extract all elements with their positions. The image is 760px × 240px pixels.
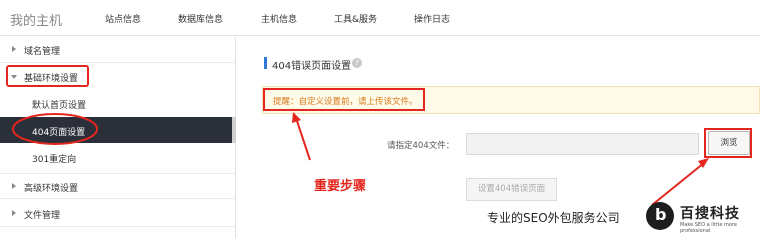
- annotation-important-step: 重要步骤: [314, 179, 367, 194]
- arrowhead-tip: [292, 112, 301, 123]
- highlight-box-basic-env: [6, 65, 89, 87]
- highlight-box-tip: [263, 88, 425, 111]
- watermark-logo-sub: Make SEO a little more professional: [680, 222, 737, 234]
- arrow-to-browse: [651, 162, 705, 206]
- watermark-tagline: 专业的SEO外包服务公司: [487, 211, 620, 225]
- highlight-circle-404: [12, 113, 98, 145]
- annotation-overlay: [6, 65, 752, 206]
- logo-glyph: b: [655, 205, 667, 224]
- highlight-box-browse: [704, 128, 752, 158]
- arrow-to-tip: [295, 117, 311, 161]
- baisou-logo-icon: b: [646, 202, 674, 230]
- watermark-logo-name: 百搜科技: [680, 206, 740, 222]
